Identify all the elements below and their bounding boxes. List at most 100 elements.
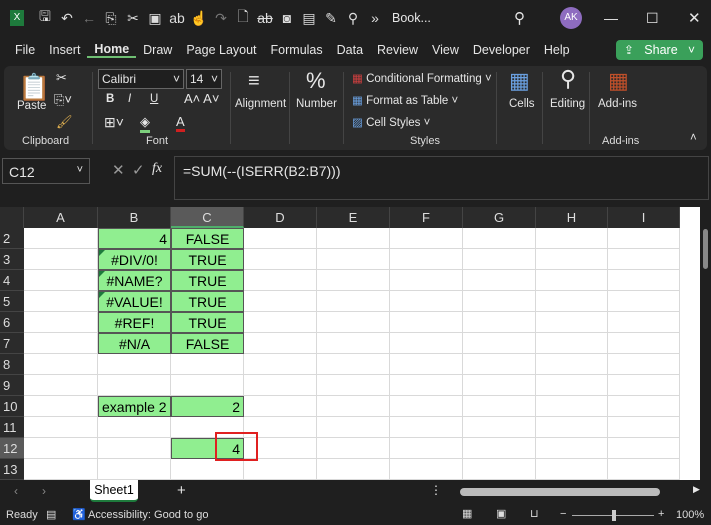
cell-E12[interactable] [317, 438, 390, 459]
cell-D3[interactable] [244, 249, 317, 270]
cell-I8[interactable] [608, 354, 680, 375]
cell-A12[interactable] [24, 438, 98, 459]
find-icon[interactable]: ⚲ [342, 10, 364, 27]
cell-A8[interactable] [24, 354, 98, 375]
cell-C5[interactable]: TRUE [171, 291, 244, 312]
conditional-formatting-button[interactable]: ▦ Conditional Formatting ˅ [352, 71, 492, 85]
insert-function-button[interactable]: fx [152, 161, 162, 177]
row-header-13[interactable]: 13 [0, 459, 24, 480]
cell-G10[interactable] [463, 396, 536, 417]
cell-B10[interactable]: example 2 [98, 396, 171, 417]
cell-C4[interactable]: TRUE [171, 270, 244, 291]
cell-C6[interactable]: TRUE [171, 312, 244, 333]
row-header-11[interactable]: 11 [0, 417, 24, 438]
strikethrough-icon[interactable]: ab [254, 10, 276, 26]
cell-H11[interactable] [536, 417, 608, 438]
alignment-button[interactable]: Alignment [235, 98, 286, 110]
format-painter-icon[interactable]: 🖌 [56, 114, 73, 130]
tab-insert[interactable]: Insert [42, 43, 87, 57]
cell-E4[interactable] [317, 270, 390, 291]
collapse-ribbon-icon[interactable]: ˄ [690, 132, 697, 144]
cell-G9[interactable] [463, 375, 536, 396]
cell-F10[interactable] [390, 396, 463, 417]
cell-G4[interactable] [463, 270, 536, 291]
share-button[interactable]: ⇪ Share ˅ [615, 40, 703, 60]
tab-developer[interactable]: Developer [466, 43, 537, 57]
cell-B9[interactable] [98, 375, 171, 396]
column-header-A[interactable]: A [24, 207, 98, 228]
cell-B4[interactable]: #NAME? [98, 270, 171, 291]
borders-icon[interactable]: ⊞˅ [104, 114, 124, 131]
close-icon[interactable]: ✕ [688, 9, 701, 27]
cell-A2[interactable] [24, 228, 98, 249]
font-color-icon[interactable]: A [176, 114, 185, 132]
select-all-corner[interactable] [0, 207, 24, 228]
cell-H3[interactable] [536, 249, 608, 270]
cell-E13[interactable] [317, 459, 390, 480]
cell-A7[interactable] [24, 333, 98, 354]
cell-A6[interactable] [24, 312, 98, 333]
row-header-3[interactable]: 3 [0, 249, 24, 270]
spelling-icon[interactable]: ab [166, 10, 188, 26]
cell-D2[interactable] [244, 228, 317, 249]
cell-H8[interactable] [536, 354, 608, 375]
cell-H10[interactable] [536, 396, 608, 417]
cell-A3[interactable] [24, 249, 98, 270]
font-size-select[interactable]: 14 ˅ [186, 69, 222, 89]
tab-file[interactable]: File [8, 43, 42, 57]
cell-B2[interactable]: 4 [98, 228, 171, 249]
more-icon[interactable]: » [364, 10, 386, 26]
prev-sheet-icon[interactable]: ‹ [14, 484, 18, 498]
cell-D8[interactable] [244, 354, 317, 375]
fill-color-icon[interactable]: ◈ [140, 114, 150, 133]
tab-help[interactable]: Help [537, 43, 577, 57]
cell-C8[interactable] [171, 354, 244, 375]
cell-D4[interactable] [244, 270, 317, 291]
row-header-2[interactable]: 2 [0, 228, 24, 249]
row-header-8[interactable]: 8 [0, 354, 24, 375]
image-icon[interactable]: ▣ [144, 10, 166, 27]
row-header-7[interactable]: 7 [0, 333, 24, 354]
form-icon[interactable]: ▤ [298, 10, 320, 27]
worksheet-grid[interactable]: A B C D E F G H I 2 4 FALSE 3 #DIV/0! TRUE 4 #NAME? TRUE 5… [0, 207, 700, 480]
column-header-G[interactable]: G [463, 207, 536, 228]
macro-icon[interactable]: ▤ [46, 508, 56, 521]
cell-I10[interactable] [608, 396, 680, 417]
editing-icon[interactable]: ⚲ [560, 66, 576, 92]
accessibility-icon[interactable]: ♿ [72, 508, 86, 521]
cell-C2[interactable]: FALSE [171, 228, 244, 249]
cell-B12[interactable] [98, 438, 171, 459]
formula-input[interactable]: =SUM(--(ISERR(B2:B7))) [174, 156, 709, 200]
cell-E9[interactable] [317, 375, 390, 396]
cell-G6[interactable] [463, 312, 536, 333]
cell-E10[interactable] [317, 396, 390, 417]
cell-F8[interactable] [390, 354, 463, 375]
cell-C13[interactable] [171, 459, 244, 480]
cell-H6[interactable] [536, 312, 608, 333]
cell-D5[interactable] [244, 291, 317, 312]
back-icon[interactable]: ← [78, 10, 100, 26]
cell-C3[interactable]: TRUE [171, 249, 244, 270]
row-header-9[interactable]: 9 [0, 375, 24, 396]
normal-view-icon[interactable]: ▦ [462, 507, 472, 520]
cell-F7[interactable] [390, 333, 463, 354]
font-name-select[interactable]: Calibri ˅ [98, 69, 184, 89]
row-header-10[interactable]: 10 [0, 396, 24, 417]
format-as-table-button[interactable]: ▦ Format as Table ˅ [352, 93, 458, 107]
column-header-D[interactable]: D [244, 207, 317, 228]
edit-icon[interactable]: ✎ [320, 10, 342, 27]
cell-E5[interactable] [317, 291, 390, 312]
enter-icon[interactable]: ✓ [132, 161, 145, 179]
cell-B8[interactable] [98, 354, 171, 375]
cell-F11[interactable] [390, 417, 463, 438]
row-header-12[interactable]: 12 [0, 438, 24, 459]
scroll-right-icon[interactable]: ▶ [693, 484, 700, 495]
vertical-scrollbar[interactable] [700, 207, 711, 480]
cell-F5[interactable] [390, 291, 463, 312]
tab-page-layout[interactable]: Page Layout [179, 43, 263, 57]
tab-home[interactable]: Home [87, 42, 137, 58]
cell-A4[interactable] [24, 270, 98, 291]
cell-F3[interactable] [390, 249, 463, 270]
cell-I4[interactable] [608, 270, 680, 291]
cut-icon[interactable]: ✂ [56, 70, 67, 86]
